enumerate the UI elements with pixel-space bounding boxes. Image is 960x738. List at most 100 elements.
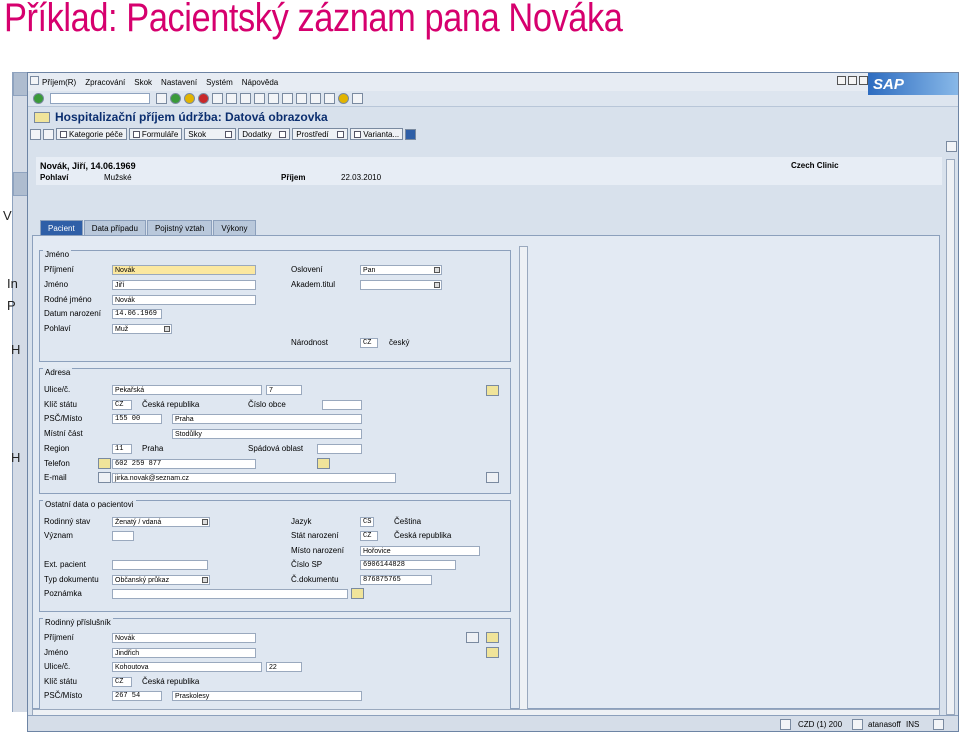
tab-vykony[interactable]: Výkony — [213, 220, 256, 235]
relative-zip-field[interactable]: 267 54 — [112, 691, 162, 701]
birth-name-field[interactable]: Novák — [112, 295, 256, 305]
info-icon[interactable] — [405, 128, 417, 140]
next-page-icon[interactable] — [282, 93, 293, 104]
relative-first-name-field[interactable]: Jindřich — [112, 648, 256, 658]
significance-field[interactable] — [112, 531, 134, 541]
other-patient-icon[interactable] — [30, 128, 41, 140]
menu-item-system[interactable]: Systém — [206, 78, 233, 87]
tab-pojistny-vztah[interactable]: Pojistný vztah — [146, 220, 213, 235]
surname-field[interactable]: Novák — [112, 265, 256, 275]
menu-item-skok[interactable]: Skok — [134, 78, 152, 87]
edit-note-icon[interactable] — [351, 588, 364, 599]
display-change-icon[interactable] — [43, 128, 54, 140]
forms-button[interactable]: Formuláře — [128, 128, 183, 140]
email-icon[interactable] — [98, 472, 111, 483]
tab-data-pripadu[interactable]: Data případu — [83, 220, 146, 235]
environment-button[interactable]: Prostředí — [292, 128, 349, 140]
layout-menu-icon[interactable] — [352, 93, 363, 104]
help-icon[interactable] — [338, 93, 349, 104]
birth-country-code-field[interactable]: CZ — [360, 531, 378, 541]
menu-item-nastaveni[interactable]: Nastavení — [161, 78, 197, 87]
previous-page-icon[interactable] — [268, 93, 279, 104]
district-field[interactable]: Stodůlky — [172, 429, 362, 439]
header-toggle-icon[interactable] — [946, 141, 957, 152]
relative-surname-field[interactable]: Novák — [112, 633, 256, 643]
region-code-field[interactable]: 11 — [112, 444, 132, 454]
note-field[interactable] — [112, 589, 348, 599]
relative-house-number-field[interactable]: 22 — [266, 662, 302, 672]
relative-search-icon[interactable] — [466, 632, 479, 643]
salutation-select[interactable]: Pan — [360, 265, 442, 275]
cancel-icon[interactable] — [198, 93, 209, 104]
menu-item-prijem[interactable]: Příjem(R) — [42, 78, 76, 87]
first-page-icon[interactable] — [254, 93, 265, 104]
goto-button[interactable]: Skok — [184, 128, 237, 140]
print-icon[interactable] — [212, 93, 223, 104]
city-field[interactable]: Praha — [172, 414, 362, 424]
birthplace-field[interactable]: Hořovice — [360, 546, 480, 556]
find-next-icon[interactable] — [240, 93, 251, 104]
status-options-icon[interactable] — [933, 719, 944, 730]
street-field[interactable]: Pekařská — [112, 385, 262, 395]
patient-header: Novák, Jiří, 14.06.1969 Czech Clinic Poh… — [36, 157, 942, 185]
dropdown-icon — [337, 130, 345, 138]
first-name-field[interactable]: Jiří — [112, 280, 256, 290]
window-menu-icon[interactable] — [30, 76, 39, 85]
marital-status-select[interactable]: Ženatý / vdaná — [112, 517, 210, 527]
relative-city-field[interactable]: Praskolesy — [172, 691, 362, 701]
language-code-field[interactable]: CS — [360, 517, 374, 527]
relative-country-code-field[interactable]: CZ — [112, 677, 132, 687]
academic-title-label: Akadem.titul — [291, 280, 336, 289]
delete-email-icon[interactable] — [486, 472, 499, 483]
exit-icon[interactable] — [184, 93, 195, 104]
tab-vertical-scrollbar[interactable] — [519, 246, 528, 712]
document-number-field[interactable]: 876875765 — [360, 575, 432, 585]
close-icon[interactable] — [859, 76, 868, 85]
care-category-button[interactable]: Kategorie péče — [56, 128, 127, 140]
tab-pacient[interactable]: Pacient — [40, 220, 83, 235]
system-dropdown-icon[interactable] — [852, 719, 863, 730]
function-menu-icon[interactable] — [34, 111, 50, 123]
extras-button[interactable]: Dodatky — [238, 128, 291, 140]
country-code-field[interactable]: CZ — [112, 400, 132, 410]
academic-title-select[interactable] — [360, 280, 442, 290]
menu-item-zpracovani[interactable]: Zpracování — [85, 78, 125, 87]
catchment-field[interactable] — [317, 444, 362, 454]
external-patient-field[interactable] — [112, 560, 208, 570]
relative-group: Rodinný příslušník Příjmení Novák Jméno … — [39, 618, 511, 712]
address-details-arrow-icon[interactable] — [486, 385, 499, 396]
relative-details-arrow-icon[interactable] — [486, 647, 499, 658]
sp-number-field[interactable]: 6906144828 — [360, 560, 456, 570]
phone-details-arrow-icon[interactable] — [317, 458, 330, 469]
relative-add-icon[interactable] — [486, 632, 499, 643]
screen-vertical-scrollbar[interactable] — [946, 159, 955, 715]
status-play-icon[interactable] — [780, 719, 791, 730]
phone-icon[interactable] — [98, 458, 111, 469]
nationality-code-field[interactable]: CZ — [360, 338, 378, 348]
enter-icon[interactable] — [33, 93, 44, 104]
dob-field[interactable]: 14.06.1969 — [112, 309, 162, 319]
shortcut-icon[interactable] — [324, 93, 335, 104]
find-icon[interactable] — [226, 93, 237, 104]
variant-button[interactable]: Varianta... — [350, 128, 404, 140]
relative-street-field[interactable]: Kohoutova — [112, 662, 262, 672]
phone-field[interactable]: 602 259 877 — [112, 459, 256, 469]
group-title: Rodinný příslušník — [43, 618, 113, 627]
new-session-icon[interactable] — [310, 93, 321, 104]
save-icon[interactable] — [156, 93, 167, 104]
municipality-number-field[interactable] — [322, 400, 362, 410]
maximize-icon[interactable] — [848, 76, 857, 85]
email-field[interactable]: jirka.novak@seznam.cz — [112, 473, 396, 483]
house-number-field[interactable]: 7 — [266, 385, 302, 395]
last-page-icon[interactable] — [296, 93, 307, 104]
zip-field[interactable]: 155 00 — [112, 414, 162, 424]
menu-item-napoveda[interactable]: Nápověda — [242, 78, 278, 87]
sex-select[interactable]: Muž — [112, 324, 172, 334]
application-toolbar: Kategorie péče Formuláře Skok Dodatky Pr… — [28, 127, 958, 141]
document-type-select[interactable]: Občanský průkaz — [112, 575, 210, 585]
minimize-icon[interactable] — [837, 76, 846, 85]
dropdown-icon — [225, 130, 233, 138]
user-name: atanasoff — [868, 720, 901, 729]
back-icon[interactable] — [170, 93, 181, 104]
command-field[interactable] — [50, 93, 150, 104]
